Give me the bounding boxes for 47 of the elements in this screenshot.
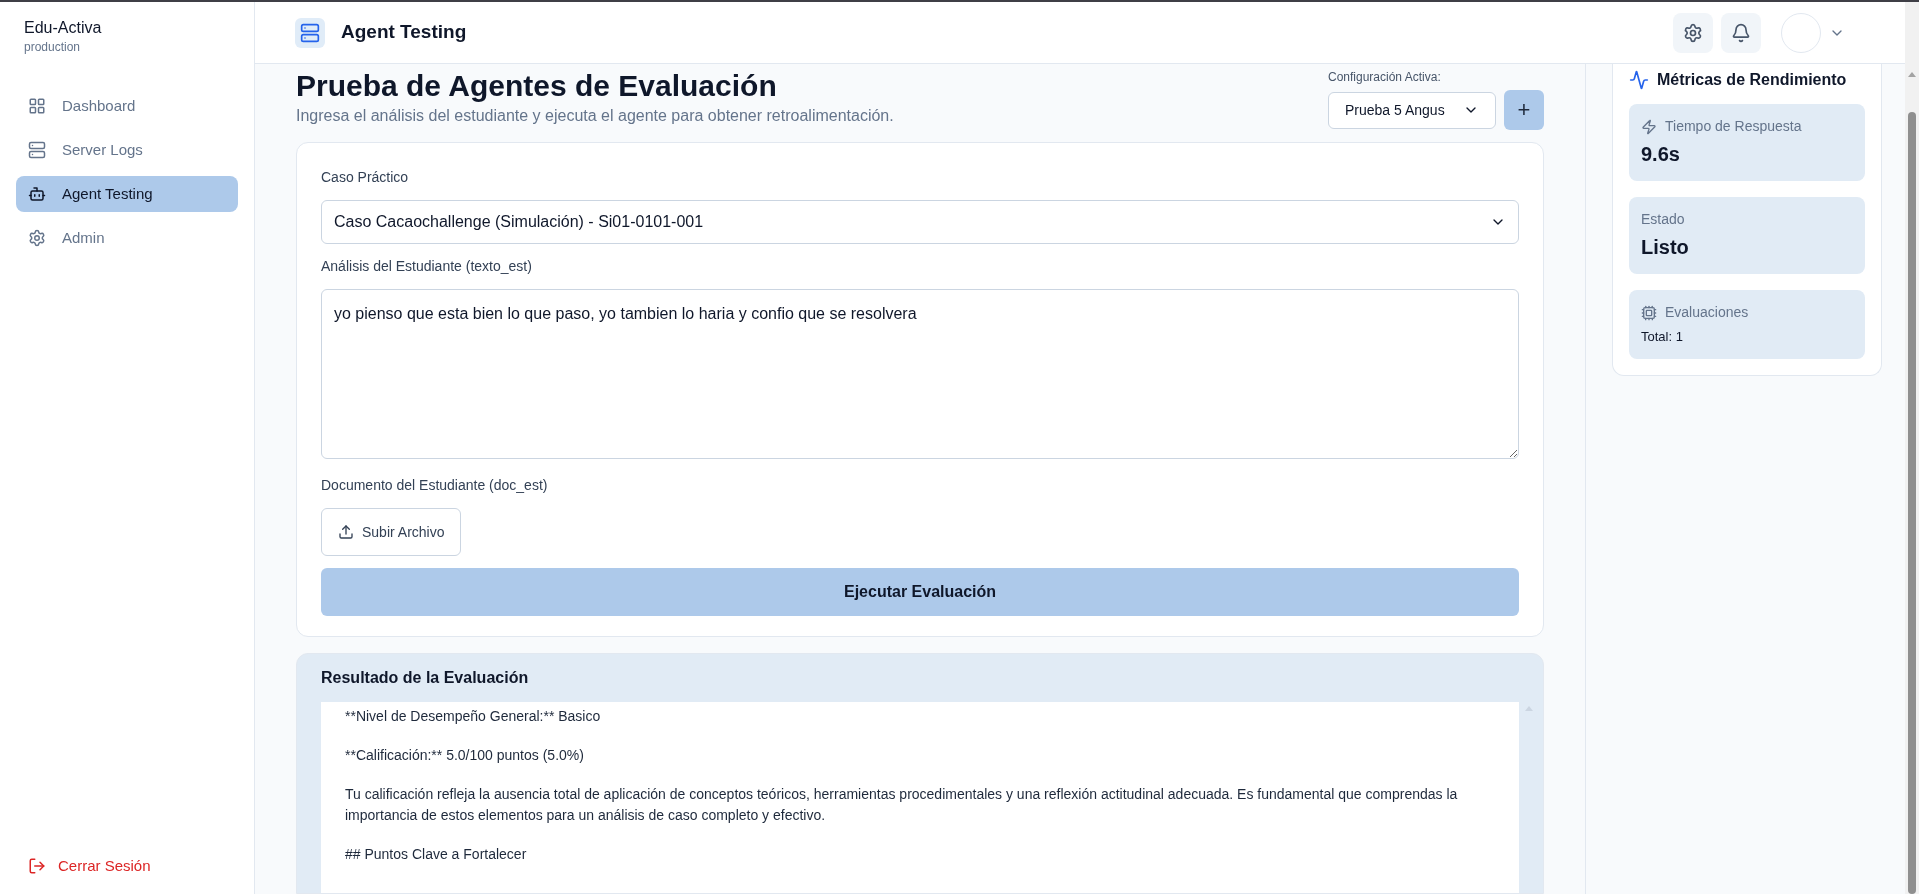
logout-icon <box>28 857 46 875</box>
field-label: Caso Práctico <box>321 168 410 187</box>
pulse-icon <box>1629 70 1649 90</box>
result-paragraph: ## Puntos Clave a Fortalecer <box>345 845 528 864</box>
chip-icon <box>1641 304 1657 321</box>
page-scrollbar[interactable] <box>1905 2 1919 894</box>
upload-icon <box>338 524 354 540</box>
add-button[interactable]: + <box>1504 90 1544 130</box>
metric-label: Estado <box>1641 210 1685 229</box>
header-title: Agent Testing <box>341 20 467 45</box>
metric-total: Total: 1 <box>1641 328 1684 346</box>
settings-button[interactable] <box>1673 12 1713 53</box>
case-select[interactable]: Caso Cacaochallenge (Simulación) - Si01-0101-001 <box>321 200 1519 244</box>
sidebar-item[interactable]: Server Logs <box>16 132 238 168</box>
result-paragraph: **Calificación:** 5.0/100 puntos (5.0%) <box>345 746 585 765</box>
metric-value: 9.6s <box>1641 142 1681 167</box>
brand-name: Edu-Activa <box>23 18 103 38</box>
robot-icon <box>28 185 46 203</box>
sidebar-item[interactable]: Dashboard <box>16 88 238 124</box>
server-badge-icon <box>295 17 325 48</box>
result-paragraph: **Nivel de Desempeño General:** Basico <box>345 707 602 726</box>
config-select[interactable]: Prueba 5 Angus <box>1328 91 1496 129</box>
sidebar-item[interactable]: Admin <box>16 220 238 256</box>
field-label: Documento del Estudiante (doc_est) <box>321 476 549 495</box>
metric-label: Tiempo de Respuesta <box>1665 117 1802 136</box>
run-evaluation-button[interactable]: Ejecutar Evaluación <box>321 568 1519 616</box>
result-title: Resultado de la Evaluación <box>320 668 530 688</box>
metrics-title: Métricas de Rendimiento <box>1657 70 1847 90</box>
logout-button[interactable]: Cerrar Sesión <box>16 850 238 882</box>
settings-icon <box>28 229 46 247</box>
server-icon <box>28 141 46 159</box>
field-label: Análisis del Estudiante (texto_est) <box>321 257 533 276</box>
page-subtitle: Ingresa el análisis del estudiante y ejecuta el agente para obtener retroalimentación. <box>296 106 894 126</box>
settings-icon <box>1683 22 1703 43</box>
metric-label: Evaluaciones <box>1665 303 1749 322</box>
upload-button[interactable]: Subir Archivo <box>321 508 462 556</box>
lightning-icon <box>1641 118 1657 135</box>
sidebar-item[interactable]: Agent Testing <box>16 176 238 212</box>
bell-icon <box>1731 22 1751 43</box>
notifications-button[interactable] <box>1721 12 1761 53</box>
analysis-textarea[interactable]: yo pienso que esta bien lo que paso, yo tambien lo haria y confio que se resolvera <box>321 289 1519 459</box>
config-label: Configuración Activa: <box>1328 69 1442 86</box>
grid-icon <box>28 97 46 115</box>
result-paragraph: Tu calificación refleja la ausencia total de aplicación de conceptos teóricos, herramientas procedimentales y una reflexión actitudinal adecuada. Es fundamental que comprendas la importancia de estos elementos para un análisis de caso completo y efectivo. <box>345 785 1459 825</box>
metric-value: Listo <box>1641 235 1690 260</box>
environment-label: production <box>23 39 82 56</box>
page-title: Prueba de Agentes de Evaluación <box>296 68 778 104</box>
